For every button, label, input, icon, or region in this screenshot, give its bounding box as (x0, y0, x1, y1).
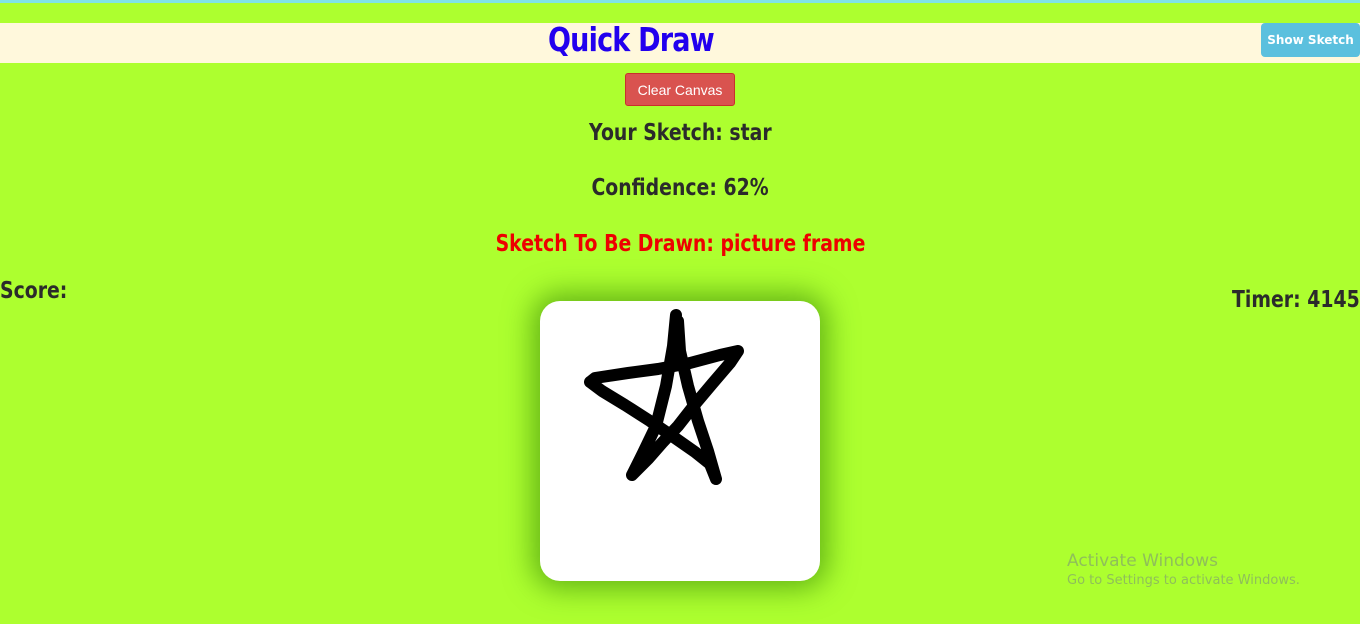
score-label: Score: (0, 278, 68, 304)
target-sketch-text: Sketch To Be Drawn: picture frame (0, 231, 1360, 257)
drawing-canvas[interactable] (540, 301, 820, 581)
confidence-text: Confidence: 62% (0, 175, 1360, 201)
confidence-label: Confidence: 62% (591, 175, 769, 201)
app-title: Quick Draw (548, 20, 715, 59)
activate-windows-watermark: Activate Windows Go to Settings to activ… (1067, 551, 1300, 588)
clear-canvas-button[interactable]: Clear Canvas (625, 73, 735, 106)
top-accent-strip (0, 0, 1360, 3)
watermark-title: Activate Windows (1067, 551, 1218, 571)
show-sketch-button[interactable]: Show Sketch (1261, 23, 1360, 57)
target-sketch-label: Sketch To Be Drawn: picture frame (495, 231, 865, 257)
watermark-subtitle: Go to Settings to activate Windows. (1067, 573, 1300, 588)
predicted-sketch-text: Your Sketch: star (0, 120, 1360, 146)
star-drawing (584, 309, 744, 485)
predicted-sketch-label: Your Sketch: star (588, 120, 772, 146)
timer-label: Timer: 4145 (1232, 287, 1360, 313)
